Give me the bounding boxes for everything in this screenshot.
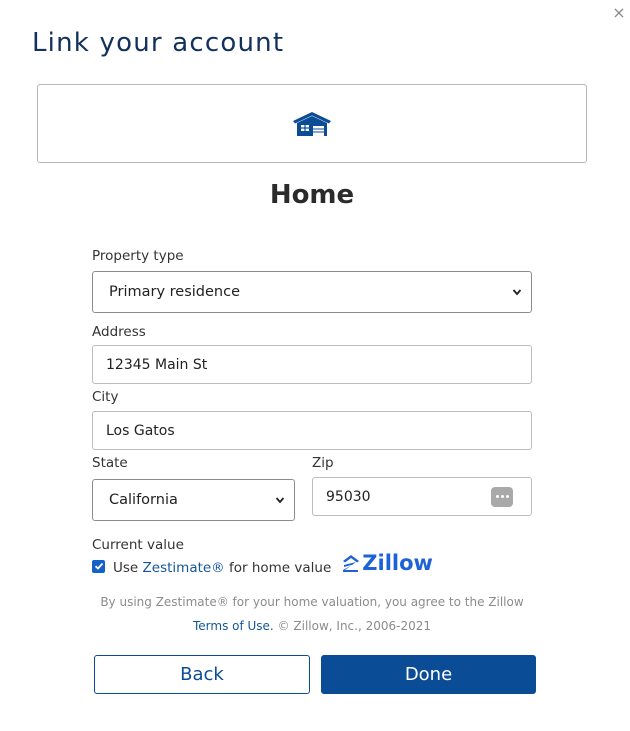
zestimate-text-after: for home value <box>228 560 332 576</box>
address-input[interactable]: 12345 Main St <box>92 345 532 384</box>
zestimate-text-before: Use <box>113 560 139 576</box>
state-select[interactable]: California <box>92 479 295 521</box>
close-icon[interactable]: × <box>611 4 627 22</box>
zip-input[interactable]: 95030 <box>312 477 532 516</box>
address-label: Address <box>92 324 146 340</box>
terms-of-use-link[interactable]: Terms of Use. <box>193 619 274 633</box>
zillow-wordmark: Zillow <box>362 551 433 575</box>
state-value: California <box>109 492 178 508</box>
back-button[interactable]: Back <box>94 655 310 694</box>
address-value: 12345 Main St <box>106 356 208 373</box>
dialog-title: Link your account <box>32 28 285 58</box>
zestimate-link[interactable]: Zestimate® <box>143 560 225 576</box>
copyright-text: © Zillow, Inc., 2006-2021 <box>277 619 431 633</box>
done-button[interactable]: Done <box>321 655 536 694</box>
password-manager-icon[interactable] <box>491 486 513 507</box>
chevron-down-icon <box>275 497 285 504</box>
zip-label: Zip <box>312 455 334 471</box>
chevron-down-icon <box>512 289 522 296</box>
zestimate-option: Use Zestimate® for home value Zillow <box>92 551 433 576</box>
current-value-label: Current value <box>92 537 184 553</box>
home-icon <box>293 111 331 136</box>
property-type-label: Property type <box>92 248 184 264</box>
property-type-value: Primary residence <box>109 284 240 300</box>
zip-value: 95030 <box>326 488 371 505</box>
property-type-select[interactable]: Primary residence <box>92 271 532 313</box>
zillow-disclaimer: By using Zestimate® for your home valuat… <box>92 590 532 638</box>
disclaimer-text: By using Zestimate® for your home valuat… <box>100 595 524 609</box>
zillow-logo: Zillow <box>341 551 433 575</box>
state-label: State <box>92 455 128 471</box>
zestimate-checkbox[interactable] <box>92 559 105 573</box>
zillow-mark-icon <box>343 555 360 572</box>
checkmark-icon <box>94 562 103 570</box>
city-value: Los Gatos <box>106 422 175 439</box>
home-icon-card <box>37 84 587 163</box>
section-title: Home <box>269 180 355 210</box>
city-input[interactable]: Los Gatos <box>92 411 532 450</box>
city-label: City <box>92 389 119 405</box>
